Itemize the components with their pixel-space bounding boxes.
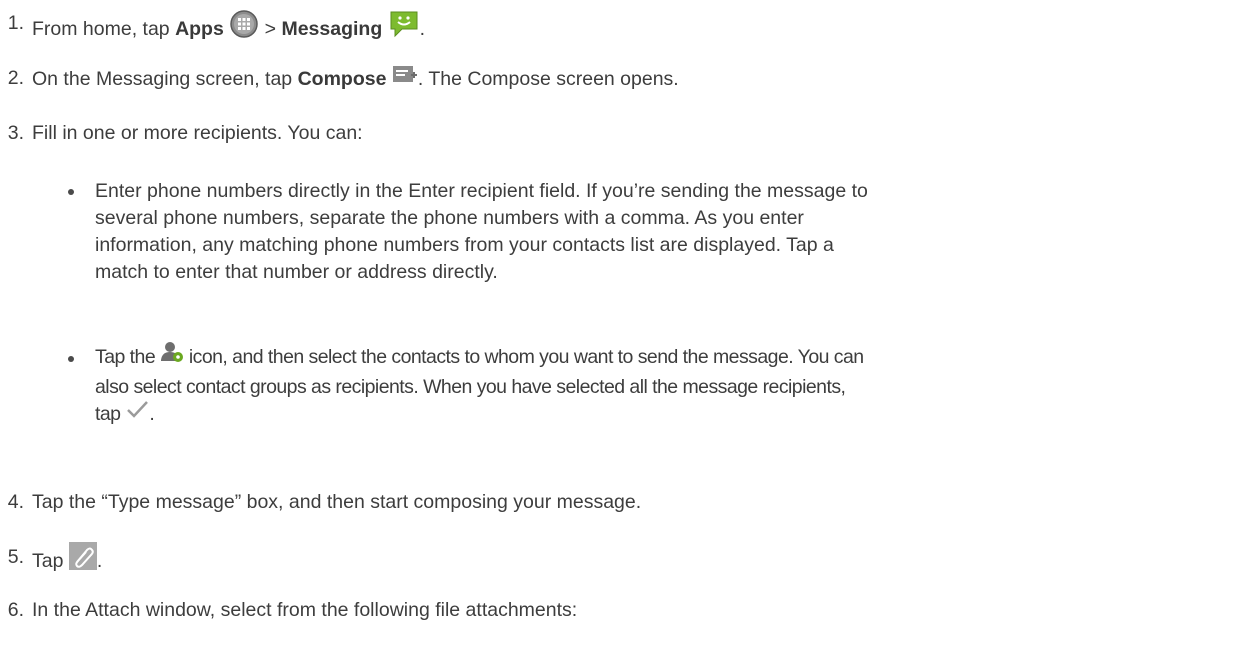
compose-label: Compose (297, 68, 387, 91)
bullet-marker (68, 356, 74, 362)
apps-label: Apps (175, 18, 224, 41)
step-number: 4. (7, 491, 24, 513)
step-number: 6. (7, 599, 24, 621)
step-text: On the Messaging screen, tap Compose . T… (32, 66, 679, 94)
step-number: 3. (7, 122, 24, 144)
step-text: From home, tap Apps > Messaging . (32, 8, 425, 49)
paperclip-icon (68, 542, 97, 576)
bullet-item-enter-numbers: Enter phone numbers directly in the Ente… (95, 180, 868, 283)
step-text: In the Attach window, select from the fo… (32, 599, 578, 621)
checkmark-icon (125, 399, 149, 427)
step-text: Tap the “Type message” box, and then sta… (32, 491, 642, 513)
step-number: 2. (7, 67, 24, 89)
add-contact-icon (160, 340, 184, 372)
compose-icon (392, 63, 418, 91)
messaging-icon (388, 8, 420, 46)
bullet-item-select-contacts: Tap the icon, and then select the contac… (95, 342, 1195, 429)
step-text: Fill in one or more recipients. You can: (32, 122, 363, 144)
messaging-label: Messaging (281, 18, 383, 41)
apps-icon (229, 9, 259, 45)
step-text: Tap . (32, 542, 102, 579)
step-number: 1. (7, 12, 24, 34)
step-number: 5. (7, 546, 24, 568)
bullet-marker (68, 189, 74, 195)
